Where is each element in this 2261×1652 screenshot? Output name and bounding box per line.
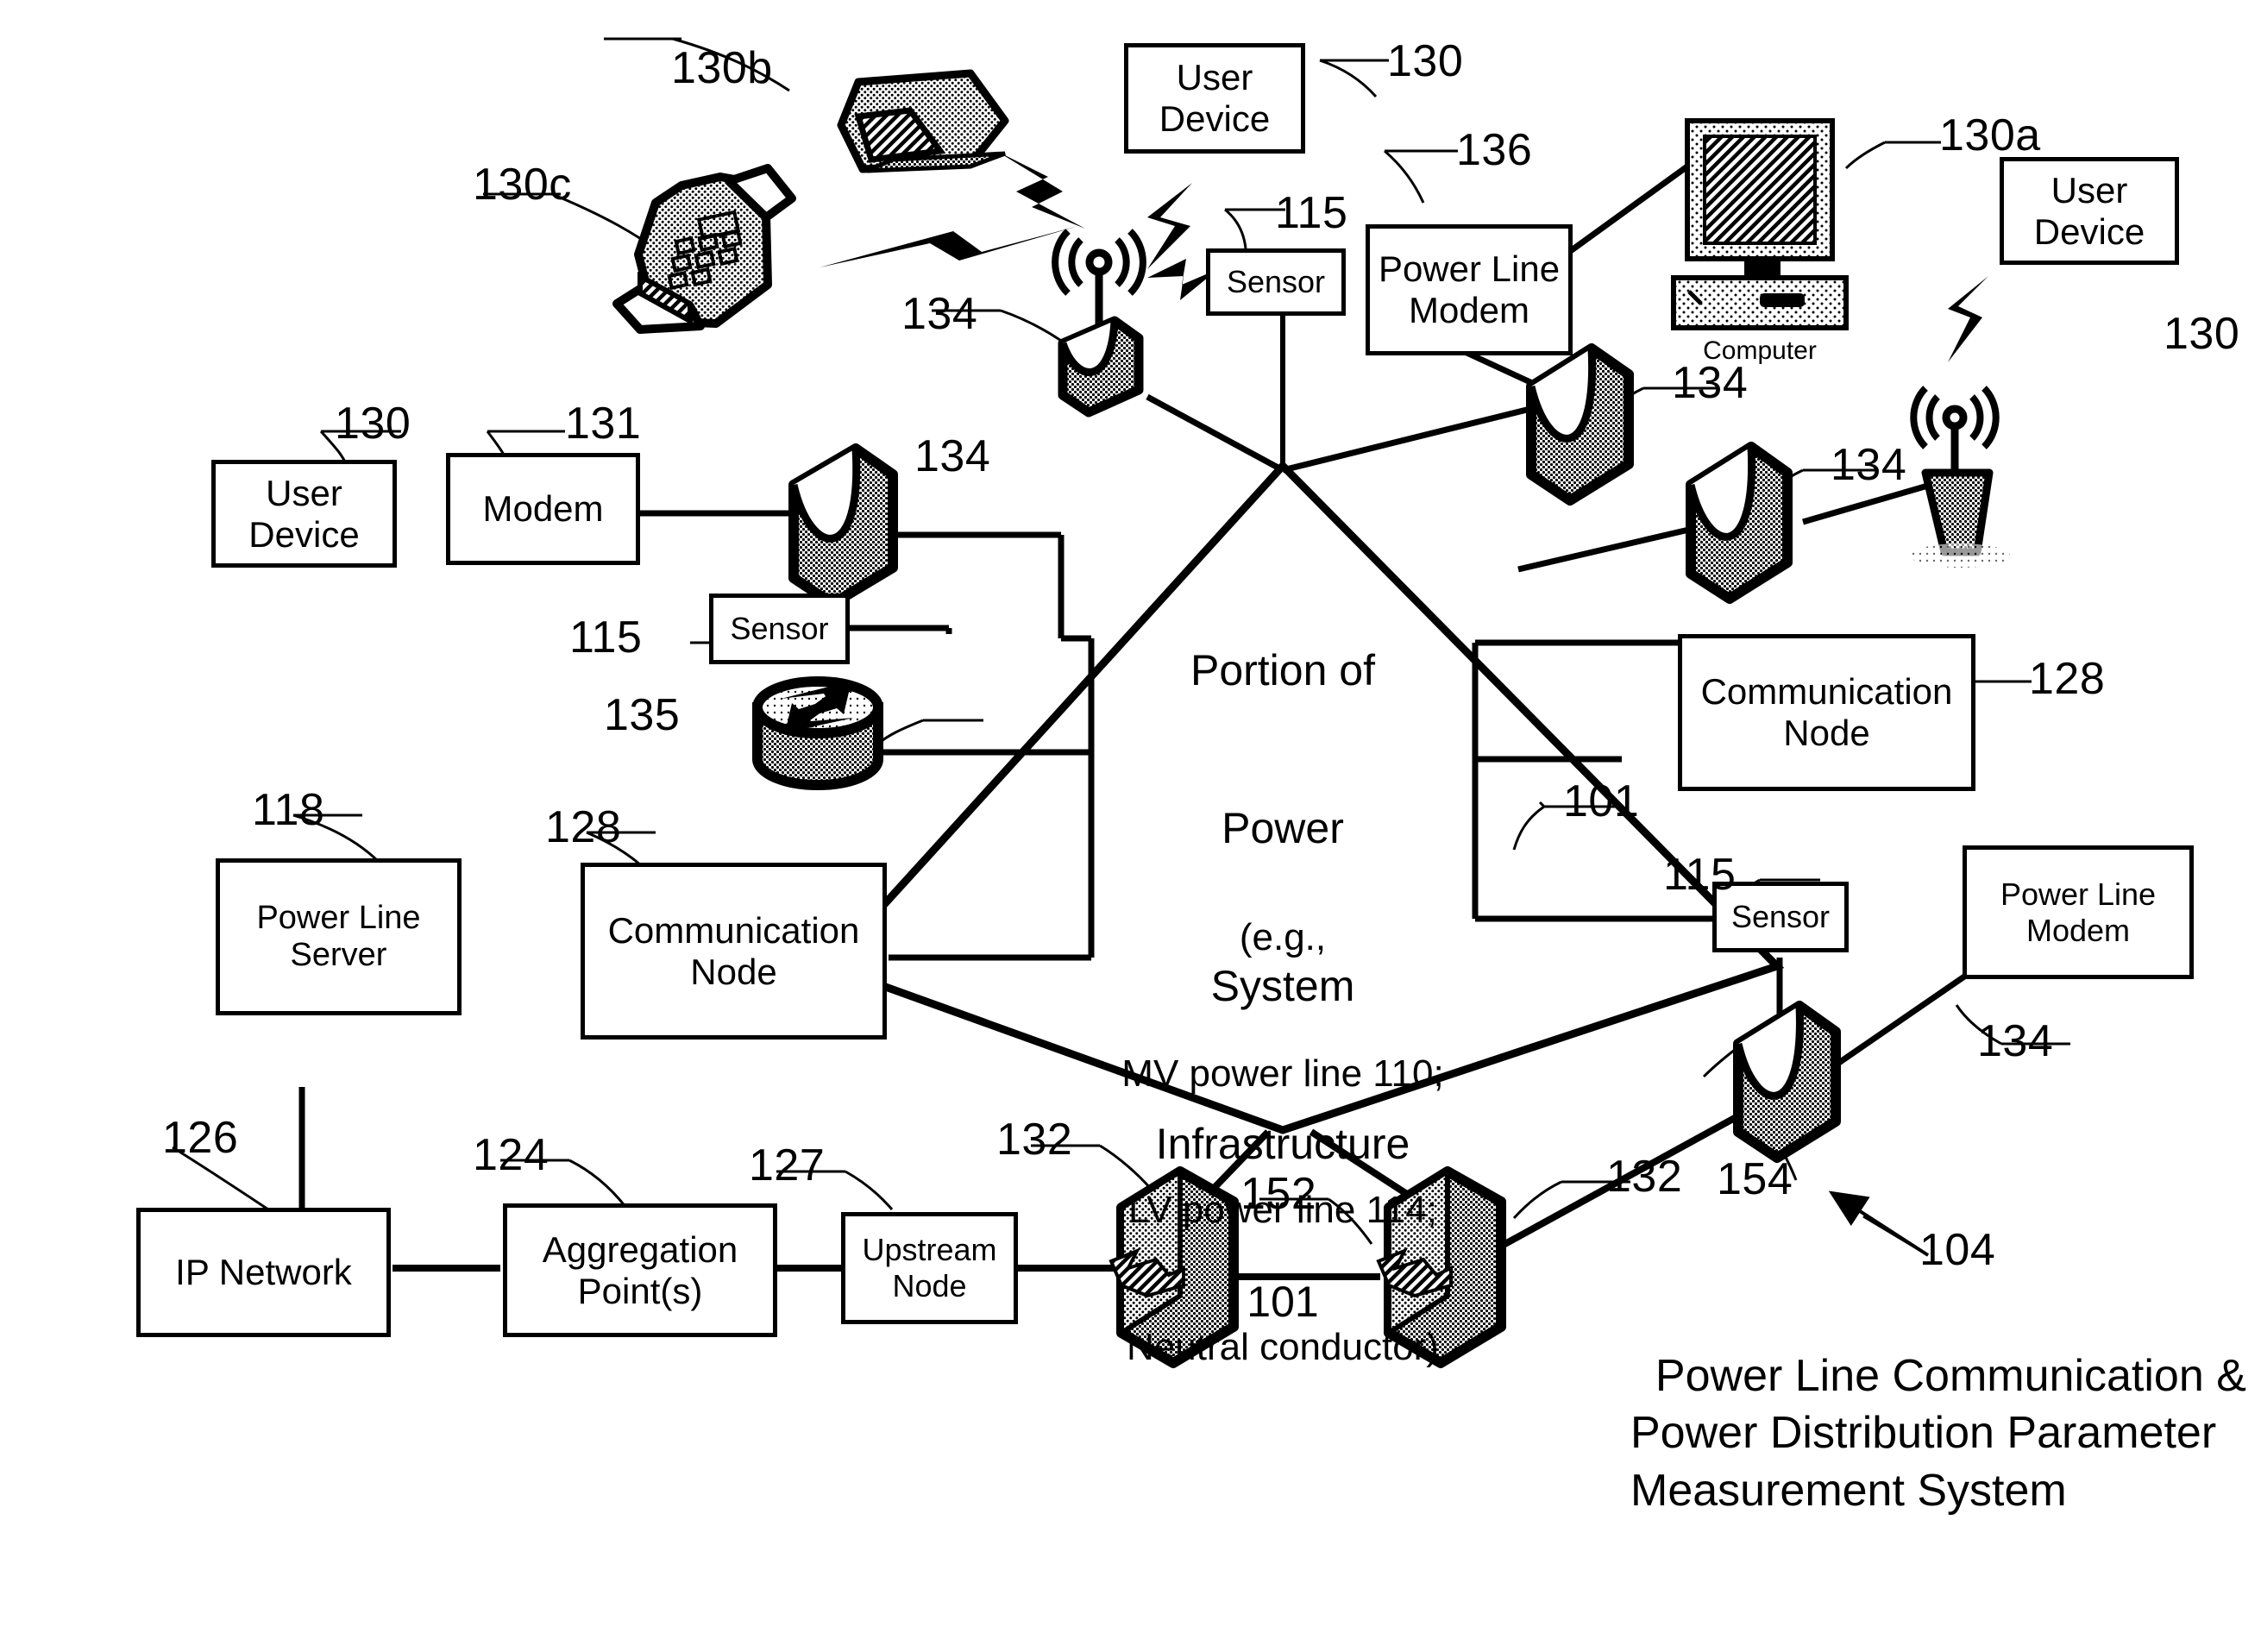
center-title-line-1: Portion of [1190, 646, 1375, 694]
power-line-coupler-icon-4 [1686, 442, 1793, 604]
center-note-line-1: (e.g., [1239, 915, 1327, 958]
ref-130-right: 130 [2164, 309, 2240, 359]
box-aggregation-points[interactable]: Aggregation Point(s) [503, 1203, 777, 1337]
box-label: Communication Node [607, 909, 860, 992]
ref-136: 136 [1456, 125, 1533, 175]
center-note-line-2: MV power line 110; [1121, 1052, 1444, 1095]
center-note-line-4: Neutral conductor) [1127, 1325, 1439, 1368]
box-label: Modem [482, 488, 604, 529]
box-communication-node-right[interactable]: Communication Node [1678, 634, 1975, 791]
fax-printer-icon [612, 164, 796, 334]
ref-115-right: 115 [1663, 850, 1737, 900]
box-label: User Device [248, 472, 360, 555]
ref-134-b: 134 [914, 431, 991, 481]
box-label: Power Line Modem [2000, 876, 2157, 948]
box-modem-left[interactable]: Modem [446, 453, 640, 565]
ref-132-left: 132 [996, 1115, 1073, 1165]
power-line-coupler-icon-5 [1733, 1001, 1841, 1163]
box-label: Sensor [1730, 899, 1831, 934]
ref-104: 104 [1919, 1225, 1996, 1275]
patent-figure-canvas: User Device Modem Sensor User Device Sen… [0, 0, 2261, 1652]
ref-134-d: 134 [1831, 440, 1907, 490]
center-note: (e.g., MV power line 110; LV power line … [1067, 824, 1498, 1416]
ref-124: 124 [473, 1130, 550, 1180]
box-communication-node-left[interactable]: Communication Node [581, 863, 887, 1040]
box-label: User Device [2033, 169, 2145, 252]
ref-118: 118 [252, 785, 325, 835]
box-label: IP Network [175, 1252, 352, 1292]
ref-126: 126 [162, 1113, 239, 1163]
ref-130c: 130c [473, 160, 572, 210]
router-icon [752, 676, 883, 790]
ref-130b: 130b [671, 43, 773, 93]
box-label: User Device [1159, 57, 1271, 139]
box-label: Sensor [730, 611, 829, 646]
ref-131: 131 [565, 399, 642, 449]
desktop-computer-icon [1671, 118, 1849, 330]
system-name-text: Power Line Communication & Power Distrib… [1630, 1350, 2246, 1516]
wireless-antenna-icon-2 [1910, 386, 2010, 568]
box-upstream-node[interactable]: Upstream Node [841, 1212, 1018, 1324]
ref-115-top: 115 [1275, 188, 1348, 238]
ref-134-c: 134 [1672, 358, 1749, 408]
ref-130-left: 130 [335, 399, 411, 449]
box-label: Upstream Node [862, 1232, 997, 1303]
box-label: Power Line Modem [1378, 248, 1561, 330]
box-label: Communication Node [1700, 671, 1953, 753]
laptop-icon [837, 69, 1009, 173]
power-line-coupler-icon-1 [788, 443, 898, 609]
box-user-device-top[interactable]: User Device [1124, 43, 1305, 154]
box-label: Aggregation Point(s) [542, 1228, 738, 1311]
ref-128-left: 128 [545, 802, 622, 852]
box-power-line-modem-top[interactable]: Power Line Modem [1366, 224, 1573, 355]
system-name-label: Power Line Communication & Power Distrib… [1630, 1290, 2252, 1519]
ref-115-left: 115 [569, 612, 643, 663]
ref-128-right: 128 [2029, 654, 2106, 704]
box-ip-network[interactable]: IP Network [136, 1208, 391, 1337]
ref-127: 127 [749, 1140, 826, 1190]
box-power-line-server[interactable]: Power Line Server [216, 858, 462, 1015]
ref-134-e: 134 [1977, 1016, 2054, 1066]
ref-152: 152 [1240, 1169, 1317, 1219]
box-power-line-modem-right[interactable]: Power Line Modem [1963, 845, 2194, 979]
ref-154: 154 [1717, 1154, 1793, 1204]
wireless-antenna-icon-1 [1052, 229, 1146, 418]
box-label: Sensor [1226, 264, 1326, 299]
box-sensor-left[interactable]: Sensor [709, 594, 850, 664]
box-label: Power Line Server [256, 900, 421, 973]
box-user-device-left[interactable]: User Device [211, 460, 397, 568]
ref-101-right: 101 [1563, 776, 1640, 826]
system-callout-arrow [1828, 1190, 1930, 1257]
ref-134-a: 134 [901, 289, 978, 339]
box-sensor-top[interactable]: Sensor [1206, 248, 1346, 316]
ref-130-top: 130 [1387, 36, 1464, 86]
ref-135: 135 [604, 690, 681, 740]
power-line-coupler-icon-3 [1526, 343, 1634, 506]
ref-130a: 130a [1939, 110, 2041, 160]
box-user-device-right[interactable]: User Device [2000, 157, 2179, 265]
ref-132-right: 132 [1606, 1152, 1683, 1202]
